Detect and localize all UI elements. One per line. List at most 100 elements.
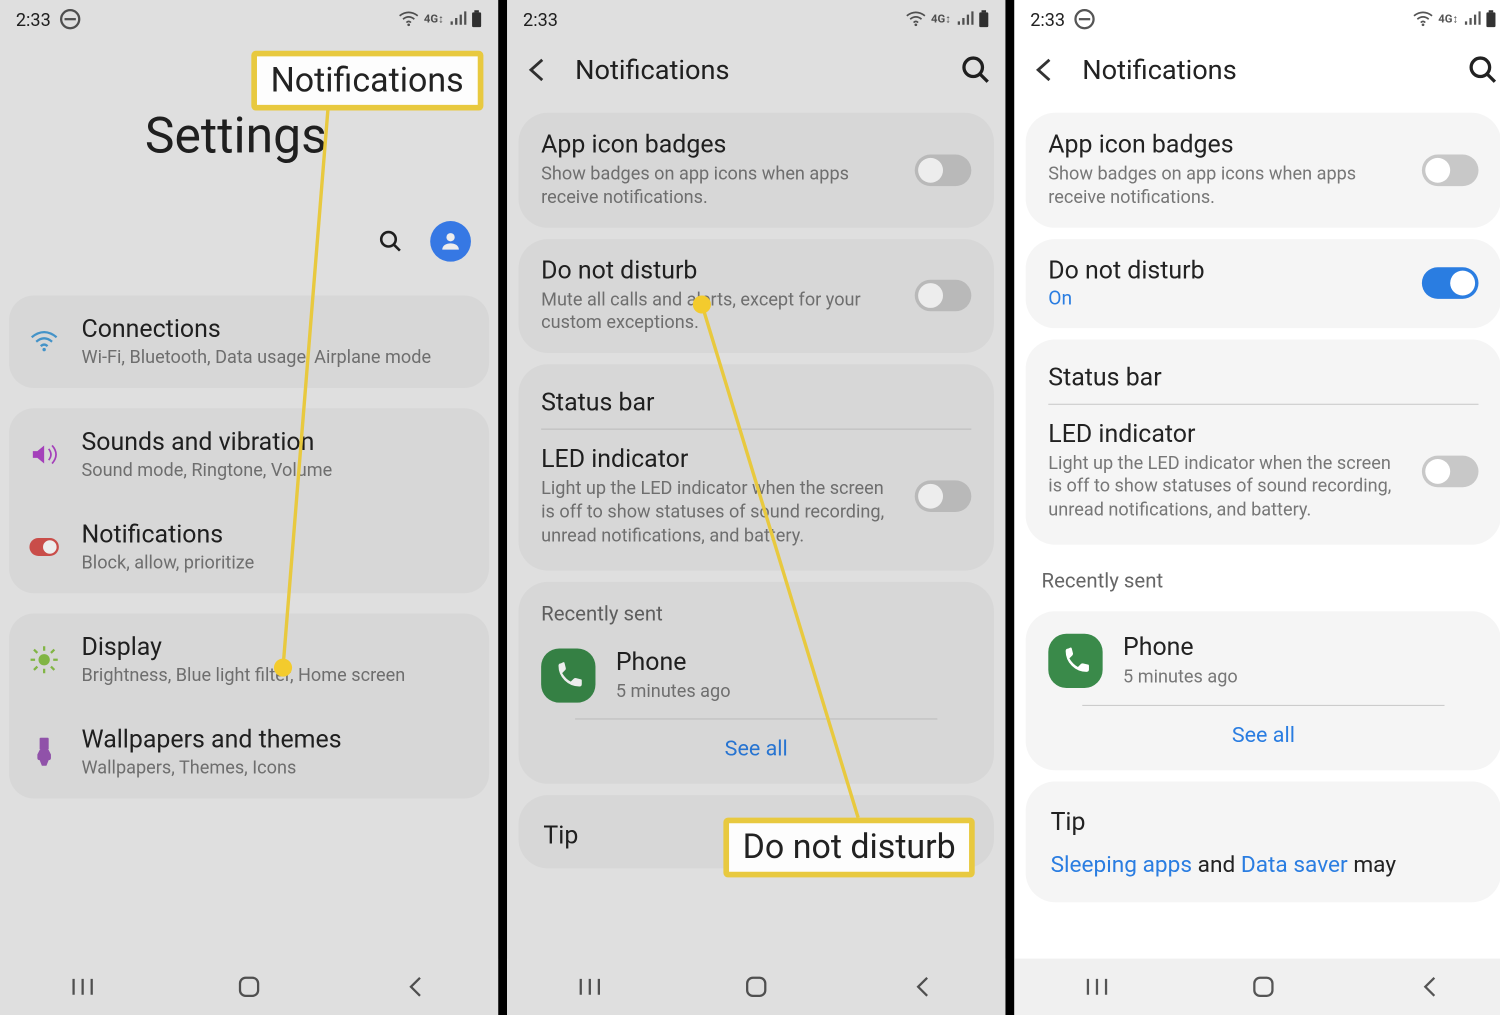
network-4g-icon: 4G↕ bbox=[931, 13, 951, 25]
recent-app-phone[interactable]: Phone 5 minutes ago bbox=[1026, 618, 1500, 705]
app-time: 5 minutes ago bbox=[616, 680, 731, 703]
toggle-dnd[interactable] bbox=[1422, 267, 1479, 299]
status-icons: 4G↕ bbox=[399, 10, 482, 28]
setting-sub: Mute all calls and alerts, except for yo… bbox=[541, 288, 899, 335]
search-icon[interactable] bbox=[1467, 54, 1499, 86]
item-title: Sounds and vibration bbox=[82, 429, 471, 457]
setting-do-not-disturb[interactable]: Do not disturbOn bbox=[1026, 239, 1500, 328]
dnd-on-status: On bbox=[1048, 287, 1406, 310]
item-sub: Wallpapers, Themes, Icons bbox=[82, 757, 471, 778]
setting-sub: Light up the LED indicator when the scre… bbox=[1048, 452, 1406, 522]
recents-icon[interactable] bbox=[1083, 972, 1112, 1001]
home-icon[interactable] bbox=[234, 972, 263, 1001]
app-name: Phone bbox=[616, 648, 731, 676]
toggle-led[interactable] bbox=[915, 481, 972, 513]
network-4g-icon: 4G↕ bbox=[1438, 13, 1458, 25]
wifi-icon bbox=[27, 325, 61, 359]
page-header: Notifications bbox=[1014, 38, 1500, 101]
item-title: Notifications bbox=[82, 521, 471, 549]
status-icons: 4G↕ bbox=[1413, 10, 1496, 28]
section-recently-sent: Recently sent Phone 5 minutes ago See all bbox=[518, 581, 993, 784]
setting-title: App icon badges bbox=[541, 131, 899, 159]
recently-sent-header: Recently sent bbox=[518, 588, 993, 632]
see-all-link[interactable]: See all bbox=[1026, 706, 1500, 764]
status-time: 2:33 bbox=[1030, 8, 1065, 29]
wifi-icon bbox=[906, 11, 926, 27]
tip-header: Tip bbox=[1026, 788, 1500, 848]
settings-item-display[interactable]: DisplayBrightness, Blue light filter, Ho… bbox=[9, 614, 489, 706]
battery-icon bbox=[1485, 10, 1496, 28]
search-icon[interactable] bbox=[378, 229, 403, 254]
wifi-icon bbox=[399, 11, 419, 27]
recently-sent-header: Recently sent bbox=[1014, 556, 1500, 600]
setting-app-icon-badges[interactable]: App icon badges Show badges on app icons … bbox=[518, 113, 993, 228]
setting-app-icon-badges[interactable]: App icon badges Show badges on app icons … bbox=[1026, 113, 1500, 228]
nav-bar bbox=[1014, 959, 1500, 1015]
back-icon[interactable] bbox=[521, 54, 553, 86]
callout-dnd: Do not disturb bbox=[723, 818, 975, 878]
screen-notifications-on: 2:33 4G↕ Notifications App icon badges Sh… bbox=[1014, 0, 1500, 1015]
nav-bar bbox=[0, 959, 498, 1015]
profile-avatar[interactable] bbox=[430, 221, 471, 262]
screen-divider bbox=[498, 0, 507, 1015]
setting-title: LED indicator bbox=[1048, 420, 1406, 448]
toggle-badges[interactable] bbox=[915, 154, 972, 186]
dnd-status-icon bbox=[1074, 9, 1094, 29]
item-sub: Wi-Fi, Bluetooth, Data usage, Airplane m… bbox=[82, 346, 471, 367]
recents-icon[interactable] bbox=[575, 972, 604, 1001]
toggle-dnd[interactable] bbox=[915, 280, 972, 312]
item-sub: Sound mode, Ringtone, Volume bbox=[82, 459, 471, 480]
section-status-bar[interactable]: Status bar bbox=[1026, 346, 1500, 404]
tip-link-sleeping-apps[interactable]: Sleeping apps bbox=[1051, 850, 1192, 877]
recents-icon[interactable] bbox=[68, 972, 97, 1001]
tip-link-data-saver[interactable]: Data saver bbox=[1241, 850, 1348, 877]
annotation-dot bbox=[693, 295, 711, 313]
sound-icon bbox=[27, 438, 61, 472]
settings-item-wallpapers[interactable]: Wallpapers and themesWallpapers, Themes,… bbox=[9, 706, 489, 798]
setting-title: Do not disturb bbox=[541, 257, 899, 285]
setting-do-not-disturb[interactable]: Do not disturb Mute all calls and alerts,… bbox=[518, 239, 993, 354]
search-icon[interactable] bbox=[960, 54, 992, 86]
settings-item-notifications[interactable]: NotificationsBlock, allow, prioritize bbox=[9, 501, 489, 593]
network-4g-icon: 4G↕ bbox=[424, 13, 444, 25]
recent-app-phone[interactable]: Phone 5 minutes ago bbox=[518, 632, 993, 719]
back-nav-icon[interactable] bbox=[400, 972, 429, 1001]
settings-group-1: ConnectionsWi-Fi, Bluetooth, Data usage,… bbox=[9, 295, 489, 387]
status-bar: 2:33 4G↕ bbox=[507, 0, 1005, 38]
settings-item-sounds[interactable]: Sounds and vibrationSound mode, Ringtone… bbox=[9, 408, 489, 500]
header-title: Notifications bbox=[575, 54, 937, 86]
back-nav-icon[interactable] bbox=[1415, 972, 1444, 1001]
section-status-bar[interactable]: Status bar bbox=[518, 371, 993, 429]
toggle-led[interactable] bbox=[1422, 455, 1479, 487]
battery-icon bbox=[978, 10, 989, 28]
phone-app-icon bbox=[541, 648, 595, 702]
battery-icon bbox=[471, 10, 482, 28]
home-icon[interactable] bbox=[741, 972, 770, 1001]
settings-group-3: DisplayBrightness, Blue light filter, Ho… bbox=[9, 614, 489, 799]
status-bar: 2:33 4G↕ bbox=[0, 0, 498, 38]
back-nav-icon[interactable] bbox=[908, 972, 937, 1001]
see-all-link[interactable]: See all bbox=[518, 720, 993, 778]
callout-notifications: Notifications bbox=[251, 51, 483, 111]
brightness-icon bbox=[27, 643, 61, 677]
section-statusbar-led: Status bar LED indicator Light up the LED… bbox=[1026, 339, 1500, 545]
setting-sub: Show badges on app icons when apps recei… bbox=[1048, 162, 1406, 209]
settings-group-2: Sounds and vibrationSound mode, Ringtone… bbox=[9, 408, 489, 593]
wifi-icon bbox=[1413, 11, 1433, 27]
setting-sub: Show badges on app icons when apps recei… bbox=[541, 162, 899, 209]
signal-icon bbox=[955, 11, 973, 27]
app-time: 5 minutes ago bbox=[1123, 665, 1238, 688]
toggle-badges[interactable] bbox=[1422, 154, 1479, 186]
brush-icon bbox=[27, 735, 61, 769]
settings-item-connections[interactable]: ConnectionsWi-Fi, Bluetooth, Data usage,… bbox=[9, 295, 489, 387]
section-tip: Tip Sleeping apps and Data saver may bbox=[1026, 781, 1500, 902]
tip-body: Sleeping apps and Data saver may bbox=[1026, 848, 1500, 895]
home-icon[interactable] bbox=[1249, 972, 1278, 1001]
app-name: Phone bbox=[1123, 634, 1238, 662]
setting-title: LED indicator bbox=[541, 446, 899, 474]
screen-settings: 2:33 4G↕ Settings ConnectionsWi-Fi, Blue… bbox=[0, 0, 498, 1015]
status-bar: 2:33 4G↕ bbox=[1014, 0, 1500, 38]
setting-title: App icon badges bbox=[1048, 131, 1406, 159]
back-icon[interactable] bbox=[1028, 54, 1060, 86]
status-time: 2:33 bbox=[523, 8, 558, 29]
